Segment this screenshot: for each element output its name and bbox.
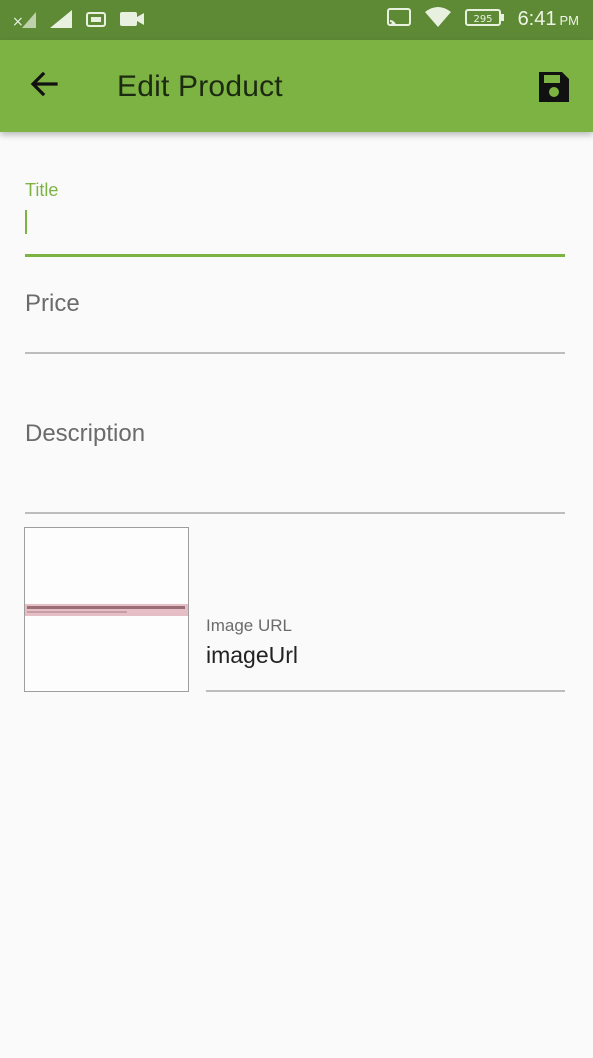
time-ampm: PM bbox=[559, 13, 580, 28]
title-underline bbox=[25, 254, 565, 257]
cast-icon bbox=[386, 6, 412, 33]
status-bar-left: × bbox=[12, 8, 146, 35]
image-preview-text-line bbox=[27, 611, 127, 613]
image-url-field[interactable]: Image URL imageUrl bbox=[206, 616, 565, 692]
image-url-underline bbox=[206, 690, 565, 692]
price-underline bbox=[25, 352, 565, 354]
description-underline bbox=[25, 512, 565, 514]
status-bar: × 295 6:41 PM bbox=[0, 0, 593, 40]
image-url-label: Image URL bbox=[206, 616, 292, 635]
title-field[interactable]: Title bbox=[25, 180, 565, 260]
app-bar: Edit Product bbox=[0, 40, 593, 132]
sim-icon bbox=[84, 8, 108, 35]
page-title: Edit Product bbox=[117, 70, 283, 103]
image-url-value: imageUrl bbox=[206, 642, 299, 668]
description-placeholder: Description bbox=[25, 420, 146, 447]
save-button[interactable] bbox=[537, 70, 571, 104]
battery-icon: 295 bbox=[464, 6, 506, 33]
text-cursor bbox=[25, 210, 27, 234]
time-value: 6:41 bbox=[517, 8, 557, 30]
status-time: 6:41 PM bbox=[518, 8, 579, 31]
image-preview bbox=[24, 527, 189, 692]
arrow-back-icon bbox=[26, 71, 62, 106]
price-placeholder: Price bbox=[25, 290, 80, 317]
price-field[interactable]: Price bbox=[25, 290, 565, 356]
title-label: Title bbox=[25, 180, 59, 200]
battery-level: 295 bbox=[473, 14, 492, 25]
status-bar-right: 295 6:41 PM bbox=[386, 6, 579, 33]
image-preview-text-line bbox=[27, 606, 185, 609]
wifi-icon bbox=[424, 6, 452, 33]
signal-icon bbox=[48, 8, 74, 35]
video-icon bbox=[118, 8, 146, 35]
svg-text:×: × bbox=[12, 14, 24, 30]
signal-off-icon: × bbox=[12, 8, 38, 35]
back-button[interactable] bbox=[26, 66, 66, 106]
save-icon bbox=[537, 72, 571, 108]
description-field[interactable]: Description bbox=[25, 420, 565, 516]
